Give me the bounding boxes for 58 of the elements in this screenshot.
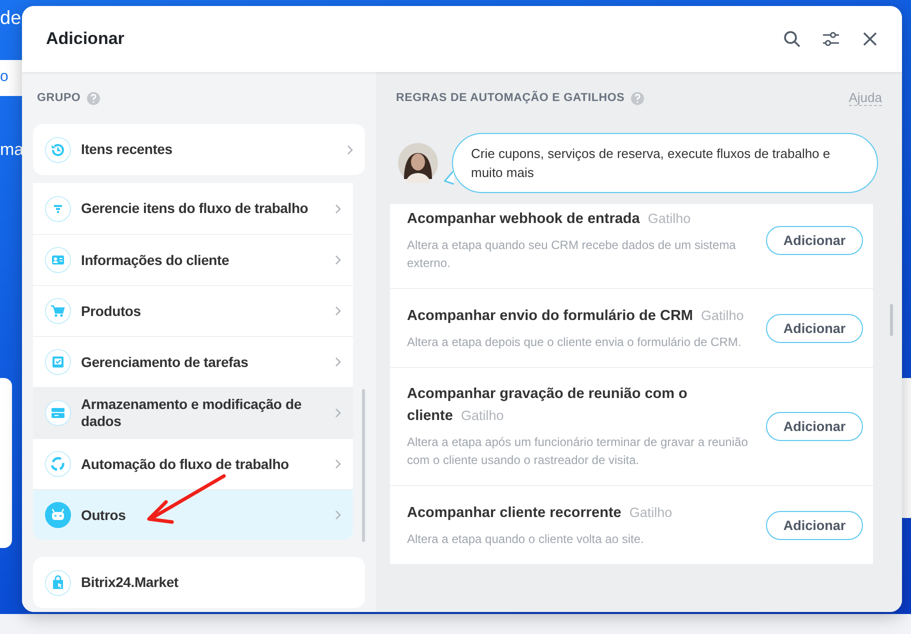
rule-title: Acompanhar gravação de reunião com o cliente Gatilho [407,385,688,426]
group-item[interactable]: Informações do cliente [33,234,353,285]
chevron-icon [335,255,341,265]
chevron-icon [335,459,341,469]
chevron-icon [347,144,353,154]
sliders-icon [822,31,840,47]
rule-title: Acompanhar cliente recorrente Gatilho [407,504,674,523]
filter-icon [45,196,71,222]
recent-items-card[interactable]: Itens recentes [33,124,365,175]
search-button[interactable] [782,29,802,49]
group-item[interactable]: Produtos [33,285,353,336]
background-text: o [0,68,8,85]
cycle-icon [45,451,71,477]
market-card[interactable]: Bitrix24.Market [33,557,365,608]
dialog-title: Adicionar [46,29,126,49]
close-icon [862,31,878,47]
rule-title: Acompanhar envio do formulário de CRM Gatilho [407,307,745,326]
chevron-icon [335,204,341,214]
group-item[interactable]: Armazenamento e modificação de dados [33,387,353,438]
history-icon [45,136,71,162]
tip-bubble: Crie cupons, serviços de reserva, execute fluxos de trabalho e muito mais [452,133,878,193]
rule-description: Altera a etapa quando seu CRM recebe dados de um sistema externo. [407,237,737,272]
help-icon[interactable] [630,92,644,104]
robot-icon [45,502,71,528]
bubble-tail-icon [444,171,454,185]
group-item[interactable]: Outros [33,489,353,540]
rule-description: Altera a etapa quando o cliente volta ao site. [407,531,645,548]
contact-card-icon [45,247,71,273]
cart-icon [45,298,71,324]
chevron-icon [335,408,341,418]
background-text: de [0,8,22,30]
chevron-icon [335,357,341,367]
avatar [398,143,438,183]
group-label: Bitrix24.Market [81,574,180,591]
add-button[interactable]: Adicionar [766,314,863,342]
settings-button[interactable] [821,29,841,49]
group-label: Itens recentes [81,141,174,158]
shopping-bag-icon [45,570,71,596]
add-button[interactable]: Adicionar [766,412,863,441]
rule-description: Altera a etapa após um funcionário terminar de gravar a reunião com o cliente usando o rastreador de visita. [407,434,749,469]
group-item[interactable]: Gerenciamento de tarefas [33,336,353,387]
scrollbar-thumb[interactable] [362,389,365,542]
chevron-icon [335,510,341,520]
help-icon[interactable] [86,92,100,104]
section-title: REGRAS DE AUTOMAÇÃO E GATILHOS [396,92,625,104]
background-text: ma [0,140,24,160]
checkbox-icon [45,349,71,375]
scrollbar-thumb[interactable] [890,304,893,336]
storage-icon [45,400,71,426]
rule-title: Acompanhar webhook de entrada Gatilho [407,210,692,229]
group-item[interactable]: Gerencie itens do fluxo de trabalho [33,183,353,234]
search-icon [783,30,801,48]
group-item[interactable]: Automação do fluxo de trabalho [33,438,353,489]
section-title: GRUPO [37,92,81,104]
rule-description: Altera a etapa depois que o cliente envia o formulário de CRM. [407,334,742,351]
chevron-icon [335,306,341,316]
add-button[interactable]: Adicionar [766,226,863,254]
add-button[interactable]: Adicionar [766,510,863,540]
